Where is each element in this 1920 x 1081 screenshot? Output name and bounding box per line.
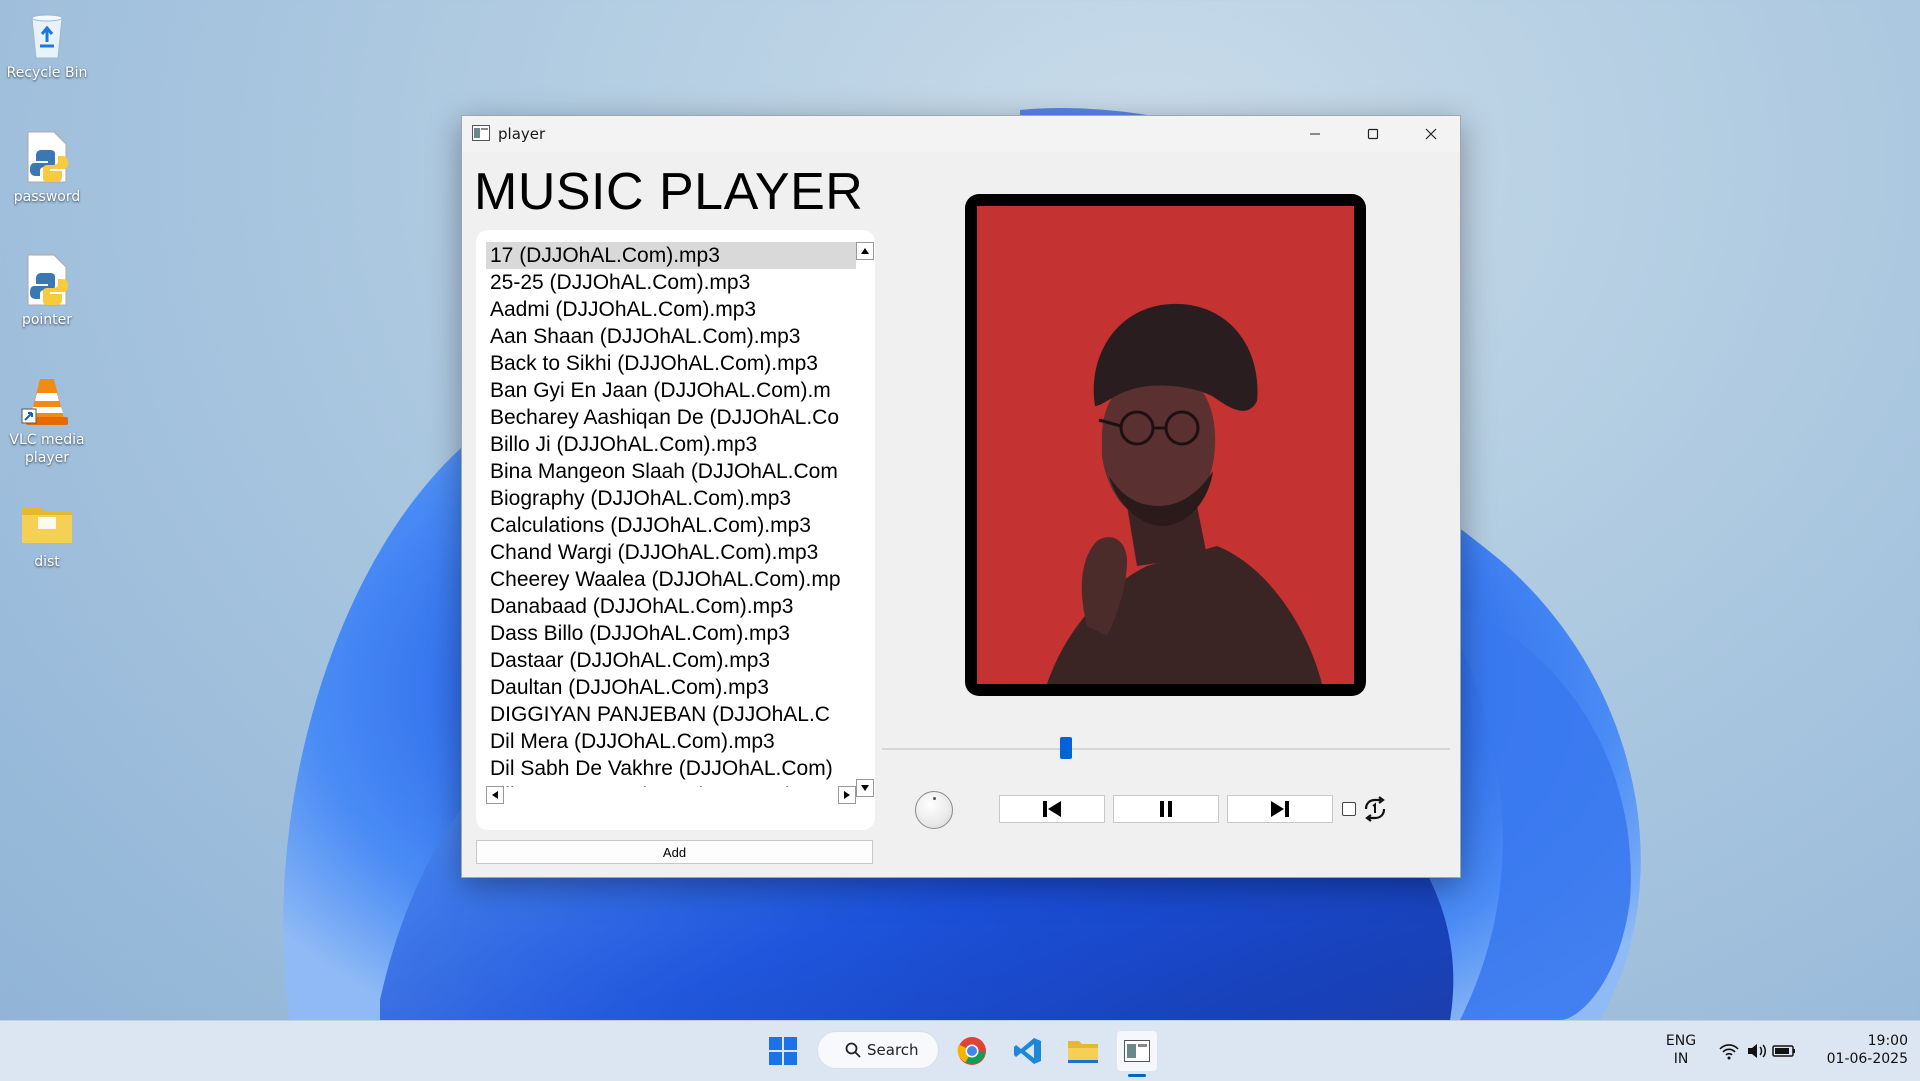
- active-app-indicator: [1128, 1074, 1146, 1077]
- playlist-item[interactable]: 25-25 (DJJOhAL.Com).mp3: [486, 269, 856, 296]
- album-art-frame: [965, 194, 1366, 696]
- seek-slider[interactable]: [882, 737, 1450, 761]
- taskbar-player-app[interactable]: [1117, 1031, 1157, 1071]
- arrow-right-icon: [844, 791, 850, 799]
- playlist-item[interactable]: Cheerey Waalea (DJJOhAL.Com).mp: [486, 566, 856, 593]
- desktop-icon-pointer[interactable]: pointer: [1, 253, 93, 329]
- vertical-scrollbar[interactable]: [856, 242, 874, 797]
- search-label: Search: [867, 1041, 919, 1059]
- skip-next-icon: [1271, 801, 1289, 817]
- clock[interactable]: 19:00 01-06-2025: [1808, 1032, 1908, 1068]
- maximize-icon: [1367, 128, 1379, 140]
- skip-previous-icon: [1043, 801, 1061, 817]
- desktop-icon-label: VLC media player: [9, 432, 85, 466]
- vlc-icon: [20, 373, 74, 427]
- language-code: ENG: [1665, 1033, 1697, 1049]
- chrome-icon: [957, 1037, 986, 1065]
- playlist-item[interactable]: Back to Sikhi (DJJOhAL.Com).mp3: [486, 350, 856, 377]
- taskbar-chrome[interactable]: [952, 1031, 992, 1071]
- arrow-up-icon: [861, 248, 869, 254]
- arrow-left-icon: [492, 791, 498, 799]
- playlist-item[interactable]: Calculations (DJJOhAL.Com).mp3: [486, 512, 856, 539]
- maximize-button[interactable]: [1344, 116, 1402, 152]
- playlist-item[interactable]: Dastaar (DJJOhAL.Com).mp3: [486, 647, 856, 674]
- desktop-icon-label: dist: [34, 554, 60, 570]
- dial-indicator: [933, 797, 936, 800]
- pause-icon: [1160, 801, 1172, 817]
- playlist[interactable]: 17 (DJJOhAL.Com).mp3 25-25 (DJJOhAL.Com).…: [486, 242, 856, 787]
- playlist-item[interactable]: Biography (DJJOhAL.Com).mp3: [486, 485, 856, 512]
- page-title: MUSIC PLAYER: [474, 163, 864, 221]
- clock-time: 19:00: [1867, 1033, 1908, 1049]
- region-code: IN: [1673, 1051, 1689, 1067]
- windows-start-icon: [769, 1037, 797, 1065]
- python-file-icon: [20, 253, 74, 307]
- playlist-item[interactable]: Aadmi (DJJOhAL.Com).mp3: [486, 296, 856, 323]
- taskbar-file-explorer[interactable]: [1063, 1031, 1103, 1071]
- scroll-up-button[interactable]: [856, 242, 874, 260]
- playlist-item[interactable]: Ban Gyi En Jaan (DJJOhAL.Com).m: [486, 377, 856, 404]
- playlist-item[interactable]: 17 (DJJOhAL.Com).mp3: [486, 242, 856, 269]
- app-icon: [472, 125, 490, 141]
- playlist-item[interactable]: Danabaad (DJJOhAL.Com).mp3: [486, 593, 856, 620]
- start-button[interactable]: [763, 1031, 803, 1071]
- seek-handle[interactable]: [1059, 737, 1072, 759]
- playlist-item[interactable]: Aan Shaan (DJJOhAL.Com).mp3: [486, 323, 856, 350]
- desktop-icon-label: pointer: [21, 312, 73, 328]
- playlist-item[interactable]: Chand Wargi (DJJOhAL.Com).mp3: [486, 539, 856, 566]
- horizontal-scrollbar[interactable]: [486, 786, 856, 804]
- vscode-icon: [1014, 1038, 1041, 1064]
- arrow-down-icon: [861, 785, 869, 791]
- album-art-image: [977, 206, 1354, 684]
- volume-dial[interactable]: [915, 791, 953, 829]
- close-button[interactable]: [1402, 116, 1460, 152]
- close-icon: [1425, 128, 1437, 140]
- recycle-bin-icon: [20, 6, 74, 60]
- desktop-icon-vlc[interactable]: VLC media player: [1, 373, 93, 467]
- desktop-icon-label: password: [13, 189, 81, 205]
- network-volume-battery-icons: [1719, 1044, 1795, 1060]
- previous-button[interactable]: [999, 795, 1105, 823]
- system-tray-icons[interactable]: [1718, 1031, 1798, 1071]
- search-icon: [845, 1042, 861, 1058]
- taskbar-search[interactable]: Search: [817, 1031, 939, 1069]
- scroll-left-button[interactable]: [486, 786, 504, 804]
- next-button[interactable]: [1227, 795, 1333, 823]
- taskbar-vscode[interactable]: [1008, 1031, 1048, 1071]
- repeat-one-icon: [1361, 796, 1389, 822]
- folder-icon: [20, 495, 74, 549]
- album-art: [977, 206, 1354, 684]
- playlist-item[interactable]: Dil Sabh De Vakhre (DJJOhAL.Com): [486, 755, 856, 782]
- player-window: player MUSIC PLAYER 17 (DJJOhAL.Com).mp3…: [461, 115, 1461, 878]
- python-file-icon: [20, 130, 74, 184]
- playlist-item[interactable]: Becharey Aashiqan De (DJJOhAL.Co: [486, 404, 856, 431]
- playlist-panel: 17 (DJJOhAL.Com).mp3 25-25 (DJJOhAL.Com).…: [476, 230, 875, 830]
- playlist-item[interactable]: Billo Ji (DJJOhAL.Com).mp3: [486, 431, 856, 458]
- playlist-item[interactable]: Dass Billo (DJJOhAL.Com).mp3: [486, 620, 856, 647]
- language-indicator[interactable]: ENG IN: [1656, 1032, 1706, 1068]
- desktop-icon-password[interactable]: password: [1, 130, 93, 206]
- title-bar[interactable]: player: [462, 116, 1460, 152]
- add-button[interactable]: Add: [476, 840, 873, 864]
- clock-date: 01-06-2025: [1826, 1051, 1908, 1067]
- pause-button[interactable]: [1113, 795, 1219, 823]
- playlist-item[interactable]: DIGGIYAN PANJEBAN (DJJOhAL.C: [486, 701, 856, 728]
- desktop-icon-label: Recycle Bin: [6, 65, 88, 81]
- file-explorer-icon: [1068, 1041, 1098, 1063]
- scroll-right-button[interactable]: [838, 786, 856, 804]
- player-app-icon: [1124, 1040, 1150, 1062]
- repeat-checkbox[interactable]: [1342, 802, 1356, 816]
- minimize-button[interactable]: [1286, 116, 1344, 152]
- scroll-down-button[interactable]: [856, 779, 874, 797]
- minimize-icon: [1310, 133, 1320, 135]
- playlist-item[interactable]: Daultan (DJJOhAL.Com).mp3: [486, 674, 856, 701]
- desktop-icon-dist[interactable]: dist: [1, 495, 93, 571]
- desktop-icon-recycle-bin[interactable]: Recycle Bin: [1, 6, 93, 82]
- playlist-item[interactable]: Bina Mangeon Slaah (DJJOhAL.Com: [486, 458, 856, 485]
- taskbar: Search ENG IN 19:00 01-06-2025: [0, 1020, 1920, 1081]
- seek-track: [882, 748, 1450, 750]
- playlist-item[interactable]: Dil Mera (DJJOhAL.Com).mp3: [486, 728, 856, 755]
- window-title: player: [498, 125, 546, 143]
